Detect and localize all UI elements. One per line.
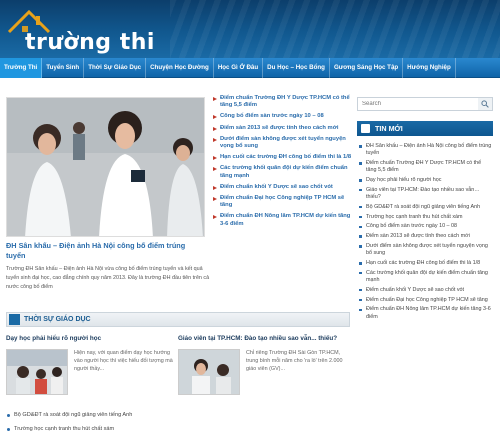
main-nav: Trường Thi Tuyển Sinh Thời Sự Giáo Dục C… <box>0 57 500 78</box>
nav-item-hoc-gi-o-dau[interactable]: Học Gì Ở Đâu <box>214 57 264 78</box>
article-card-image[interactable] <box>178 349 240 395</box>
article-card-desc: Chỉ riêng Trường ĐH Sài Gòn TP.HCM, trun… <box>246 350 343 373</box>
latest-news-item[interactable]: Bộ GD&ĐT rà soát đội ngũ giảng viên tiến… <box>357 204 493 211</box>
sidebar: TIN MỚI ĐH Sân khấu – Điện ảnh Hà Nội cô… <box>357 97 493 320</box>
latest-news-item[interactable]: Điểm chuẩn ĐH Nông lâm TP.HCM dự kiến tă… <box>357 306 493 320</box>
header-decoration <box>170 0 500 58</box>
latest-news-box: TIN MỚI ĐH Sân khấu – Điện ảnh Hà Nội cô… <box>357 121 493 438</box>
site-header: trường thi <box>0 0 500 58</box>
related-news-item[interactable]: Điểm chuẩn Trường ĐH Y Dược TP.HCM có th… <box>212 95 352 109</box>
latest-news-item[interactable]: Điểm sàn 2013 sẽ được tính theo cách mới <box>357 233 493 240</box>
article-card: Giáo viên tại TP.HCM: Đào tạo nhiều sao … <box>178 335 343 395</box>
related-news-item[interactable]: Điểm sàn 2013 sẽ được tính theo cách mới <box>212 125 352 132</box>
latest-news-item[interactable]: Dưới điểm sàn không được xét tuyển nguyệ… <box>357 243 493 257</box>
latest-news-item[interactable]: Điểm chuẩn khối Y Dược sẽ sao chốt vót <box>357 287 493 294</box>
search-box <box>357 97 493 111</box>
news-icon <box>361 124 370 133</box>
related-news-item[interactable]: Các trường khối quân đội dự kiến điểm ch… <box>212 165 352 179</box>
search-icon <box>481 100 489 108</box>
latest-news-item[interactable]: Công bố điểm sàn trước ngày 10 – 08 <box>357 223 493 230</box>
feature-description: Trường ĐH Sân khấu – Điện ảnh Hà Nội vừa… <box>6 266 210 290</box>
teacher-photo-illustration <box>179 350 239 394</box>
related-news-item[interactable]: Dưới điểm sàn không được xét tuyển nguyệ… <box>212 136 352 150</box>
related-news-item[interactable]: Điểm chuẩn khối Y Dược sẽ sao chốt vót <box>212 184 352 191</box>
site-logo[interactable]: trường thi <box>25 30 155 55</box>
nav-item-truong-thi[interactable]: Trường Thi <box>0 57 43 78</box>
related-news-item[interactable]: Công bố điểm sàn trước ngày 10 – 08 <box>212 113 352 120</box>
latest-news-item[interactable]: ĐH Sân khấu – Điện ảnh Hà Nội công bố đi… <box>357 143 493 157</box>
latest-news-title: TIN MỚI <box>375 124 403 133</box>
article-card-desc: Hiện nay, với quan điểm dạy học hướng và… <box>74 350 173 373</box>
search-input[interactable] <box>357 97 493 111</box>
latest-news-item[interactable]: Hạn cuối các trường ĐH công bố điểm thi … <box>357 260 493 267</box>
feature-photo[interactable] <box>6 97 205 237</box>
latest-news-item[interactable]: Giáo viên tại TP.HCM: Đào tạo nhiều sao … <box>357 187 493 201</box>
nav-item-chuyen-hoc-duong[interactable]: Chuyện Học Đường <box>146 57 214 78</box>
related-news-item[interactable]: Điểm chuẩn Đại học Công nghiệp TP HCM sẽ… <box>212 195 352 209</box>
section-icon <box>9 314 20 325</box>
latest-news-item[interactable]: Dạy học phải hiểu rõ người học <box>357 177 493 184</box>
more-news-item[interactable]: Trường học cạnh tranh thu hút chất xám <box>6 426 350 433</box>
related-news-item[interactable]: Điểm chuẩn ĐH Nông lâm TP.HCM dự kiến tă… <box>212 213 352 227</box>
article-card-title[interactable]: Dạy học phải hiểu rõ người học <box>6 335 171 343</box>
section-header-thoi-su: THỜI SỰ GIÁO DỤC <box>6 312 350 327</box>
latest-news-list: ĐH Sân khấu – Điện ảnh Hà Nội công bố đi… <box>357 136 493 321</box>
nav-item-du-hoc-hoc-bong[interactable]: Du Học – Học Bổng <box>263 57 330 78</box>
nav-item-tuyen-sinh[interactable]: Tuyển Sinh <box>42 57 85 78</box>
latest-news-item[interactable]: Điểm chuẩn Đại học Công nghiệp TP HCM sẽ… <box>357 297 493 304</box>
latest-news-item[interactable]: Trường học cạnh tranh thu hút chất xám <box>357 214 493 221</box>
more-news-item[interactable]: Bộ GD&ĐT rà soát đội ngũ giảng viên tiến… <box>6 412 350 419</box>
related-news-list: Điểm chuẩn Trường ĐH Y Dược TP.HCM có th… <box>212 95 352 232</box>
feature-headline-link[interactable]: ĐH Sân khấu – Điện ảnh Hà Nội công bố đi… <box>6 241 206 261</box>
section-title[interactable]: THỜI SỰ GIÁO DỤC <box>24 316 91 323</box>
article-card: Dạy học phải hiểu rõ người học Hiện nay,… <box>6 335 173 395</box>
nav-item-guong-sang-hoc-tap[interactable]: Gương Sáng Học Tập <box>330 57 404 78</box>
latest-news-item[interactable]: Các trường khối quân đội dự kiến điểm ch… <box>357 270 493 284</box>
latest-news-item[interactable]: Điểm chuẩn Trường ĐH Y Dược TP.HCM có th… <box>357 160 493 174</box>
article-card-image[interactable] <box>6 349 68 395</box>
students-photo-illustration <box>7 98 204 236</box>
article-card-title[interactable]: Giáo viên tại TP.HCM: Đào tạo nhiều sao … <box>178 335 343 343</box>
more-news-list: Bộ GD&ĐT rà soát đội ngũ giảng viên tiến… <box>6 412 350 438</box>
nav-item-thoi-su-giao-duc[interactable]: Thời Sự Giáo Dục <box>84 57 147 78</box>
search-button[interactable] <box>478 98 492 110</box>
classroom-photo-illustration <box>7 350 67 394</box>
related-news-item[interactable]: Hạn cuối các trường ĐH công bố điểm thi … <box>212 154 352 161</box>
nav-item-huong-nghiep[interactable]: Hướng Nghiệp <box>403 57 456 78</box>
latest-news-header: TIN MỚI <box>357 121 493 136</box>
